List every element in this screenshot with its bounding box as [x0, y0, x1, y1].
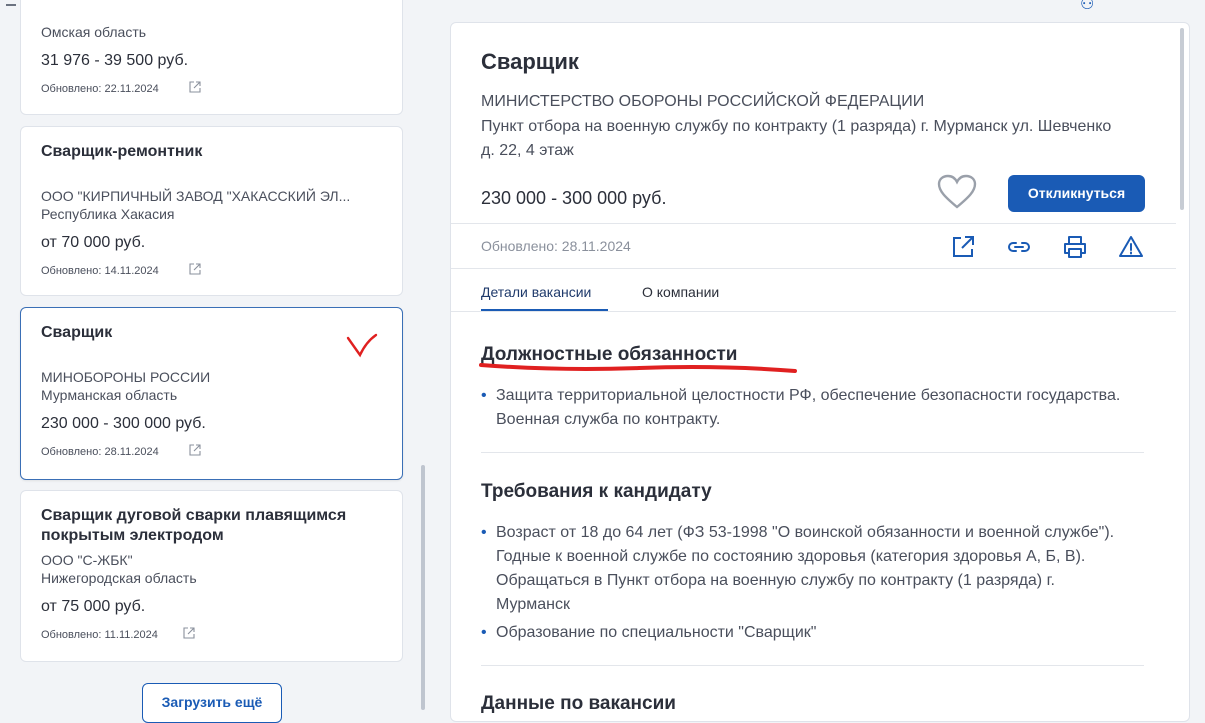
vacancy-title[interactable]: Сварщик [41, 323, 381, 343]
vacancy-card[interactable]: Сварщик дуговой сварки плавящимся покрыт… [20, 490, 403, 662]
vacancy-detail-panel: Сварщик МИНИСТЕРСТВО ОБОРОНЫ РОССИЙСКОЙ … [450, 22, 1190, 722]
handwritten-checkmark-icon [346, 333, 378, 358]
vacancy-region: Мурманская область [41, 387, 178, 403]
vacancy-card[interactable]: Омская область 31 976 - 39 500 руб. Обно… [20, 0, 403, 115]
user-icon[interactable]: ⚇ [1080, 0, 1094, 14]
requirements-list: Возраст от 18 до 64 лет (ФЗ 53-1998 "О в… [481, 521, 1121, 649]
vacancy-salary: 230 000 - 300 000 руб. [41, 415, 206, 432]
detail-salary: 230 000 - 300 000 руб. [481, 188, 667, 208]
divider [481, 452, 1144, 453]
link-icon[interactable] [1006, 234, 1032, 260]
vacancy-card-selected[interactable]: Сварщик МИНОБОРОНЫ РОССИИ Мурманская обл… [20, 307, 403, 480]
detail-scrollbar[interactable] [1180, 28, 1184, 210]
handwritten-underline-icon [479, 363, 797, 373]
divider [451, 311, 1176, 312]
vacancy-updated: Обновлено: 22.11.2024 [41, 83, 159, 95]
detail-address: Пункт отбора на военную службу по контра… [481, 118, 1112, 159]
divider [451, 268, 1176, 269]
vacancy-title[interactable]: Сварщик дуговой сварки плавящимся покрыт… [41, 506, 381, 546]
vacancy-salary: 31 976 - 39 500 руб. [41, 52, 189, 69]
vacancy-company: МИНОБОРОНЫ РОССИИ [41, 369, 211, 385]
duties-list: Защита территориальной целостности РФ, о… [481, 384, 1121, 436]
warning-icon[interactable] [1118, 234, 1144, 260]
heart-icon[interactable] [937, 174, 977, 210]
list-item: Возраст от 18 до 64 лет (ФЗ 53-1998 "О в… [481, 521, 1121, 617]
detail-organization: МИНИСТЕРСТВО ОБОРОНЫ РОССИЙСКОЙ ФЕДЕРАЦИ… [481, 93, 925, 110]
chevron-down-icon[interactable] [6, 0, 16, 6]
vacancy-region: Республика Хакасия [41, 206, 175, 222]
vacancy-salary: от 70 000 руб. [41, 234, 146, 251]
vacancy-title[interactable]: Сварщик-ремонтник [41, 142, 381, 162]
print-icon[interactable] [1062, 234, 1088, 260]
section-title-requirements: Требования к кандидату [481, 481, 712, 502]
list-item: Защита территориальной целостности РФ, о… [481, 384, 1121, 432]
external-link-icon[interactable] [189, 444, 201, 456]
tab-about-company[interactable]: О компании [642, 284, 719, 300]
vacancy-company: ООО "КИРПИЧНЫЙ ЗАВОД "ХАКАССКИЙ ЭЛ... [41, 188, 351, 204]
list-scrollbar[interactable] [421, 465, 425, 710]
vacancy-salary: от 75 000 руб. [41, 598, 146, 615]
detail-updated: Обновлено: 28.11.2024 [481, 238, 631, 254]
vacancy-company: ООО "С-ЖБК" [41, 552, 133, 568]
vacancy-updated: Обновлено: 14.11.2024 [41, 265, 159, 277]
vacancy-updated: Обновлено: 11.11.2024 [41, 629, 158, 641]
vacancy-list: Омская область 31 976 - 39 500 руб. Обно… [20, 0, 405, 710]
vacancy-updated: Обновлено: 28.11.2024 [41, 446, 159, 458]
divider [481, 665, 1144, 666]
vacancy-region: Омская область [41, 24, 147, 40]
detail-title: Сварщик [481, 49, 579, 74]
external-link-icon[interactable] [183, 627, 195, 639]
vacancy-card[interactable]: Сварщик-ремонтник ООО "КИРПИЧНЫЙ ЗАВОД "… [20, 126, 403, 296]
external-link-icon[interactable] [189, 263, 201, 275]
divider [451, 223, 1176, 224]
vacancy-region: Нижегородская область [41, 570, 197, 586]
apply-button[interactable]: Откликнуться [1008, 175, 1145, 212]
external-link-icon[interactable] [950, 234, 976, 260]
list-item: Образование по специальности "Сварщик" [481, 621, 1121, 645]
external-link-icon[interactable] [189, 81, 201, 93]
tab-vacancy-details[interactable]: Детали вакансии [481, 284, 591, 300]
section-title-vacancy-data: Данные по вакансии [481, 693, 676, 714]
load-more-button[interactable]: Загрузить ещё [142, 683, 282, 723]
